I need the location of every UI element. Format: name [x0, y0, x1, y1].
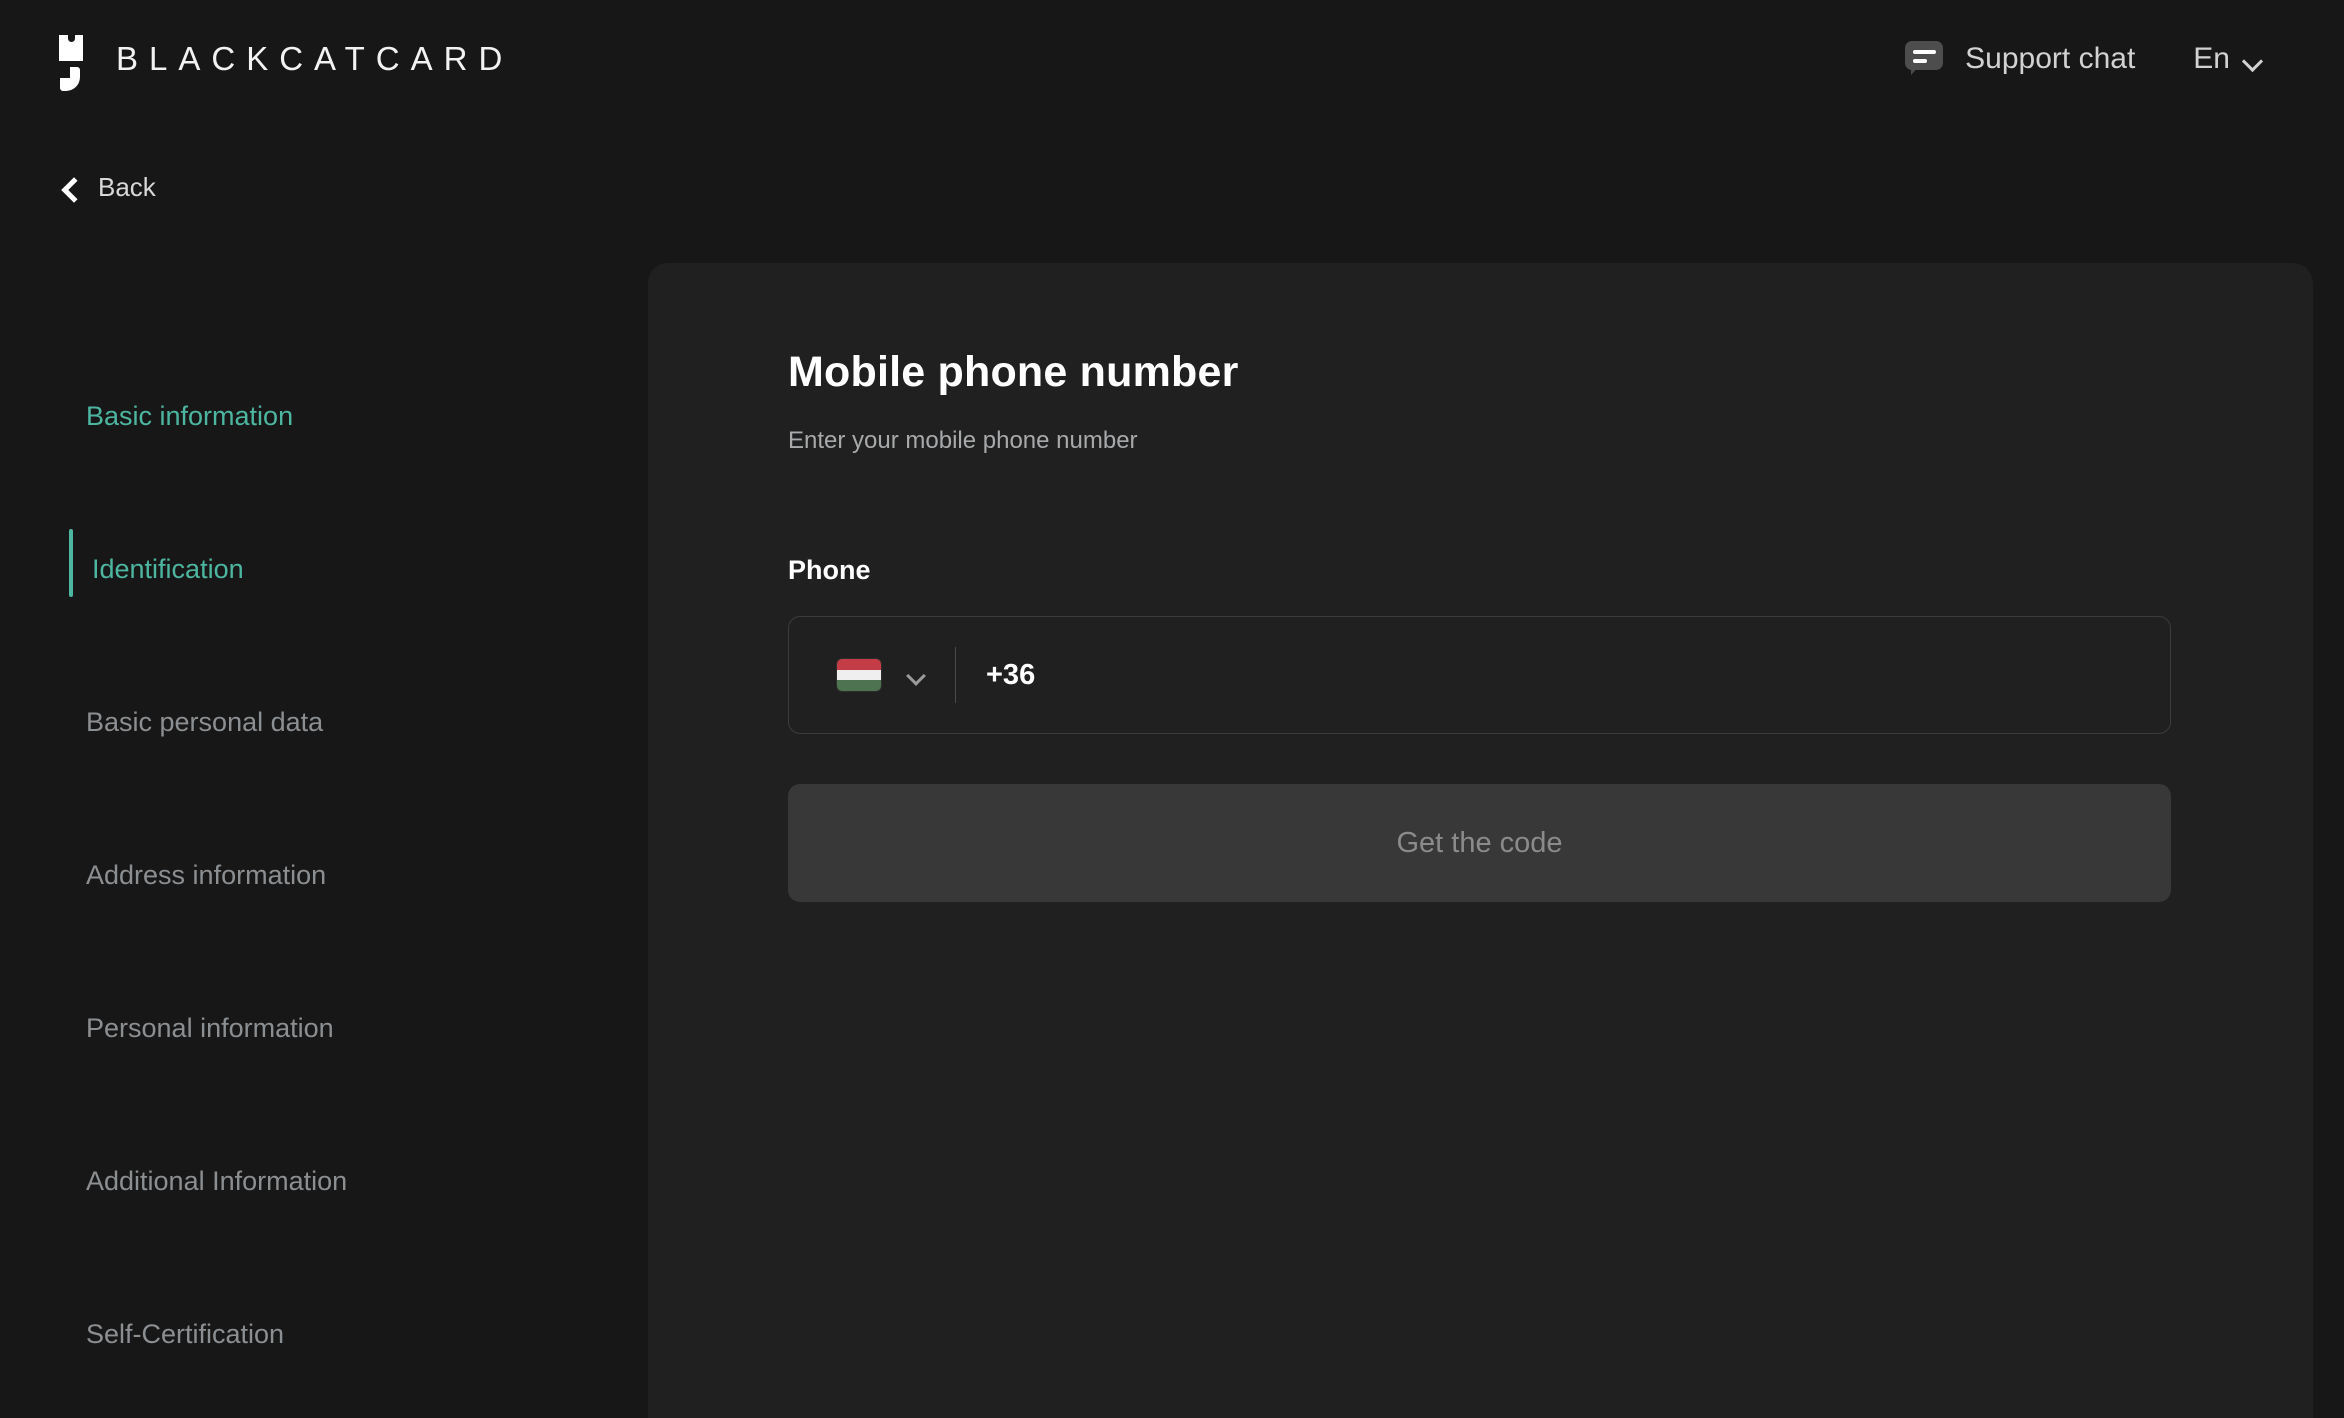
sidebar-item-label: Identification	[92, 554, 244, 584]
chat-bubble-icon	[1905, 41, 1944, 77]
sidebar-item-basic-information[interactable]: Basic information	[0, 340, 648, 493]
sidebar-item-label: Self-Certification	[86, 1319, 285, 1349]
phone-field-label: Phone	[788, 555, 871, 585]
chevron-down-icon	[2244, 54, 2262, 64]
sidebar-item-label: Basic personal data	[86, 707, 324, 737]
chevron-down-icon	[907, 669, 927, 681]
sidebar-item-additional-information[interactable]: Additional Information	[0, 1105, 648, 1258]
onboarding-page: BLACKCATCARD Support chat En Back Basic …	[0, 0, 2344, 1418]
country-code-selector[interactable]	[789, 659, 955, 691]
sidebar-item-self-certification[interactable]: Self-Certification	[0, 1258, 648, 1411]
sidebar-item-label: Personal information	[86, 1013, 334, 1043]
active-step-indicator	[69, 529, 73, 597]
header-actions: Support chat En	[1905, 41, 2288, 77]
blackcat-logo-icon	[58, 27, 86, 91]
language-selector[interactable]: En	[2193, 42, 2262, 76]
support-chat-button[interactable]: Support chat	[1905, 41, 2135, 77]
page-subtitle: Enter your mobile phone number	[788, 427, 1138, 454]
sidebar-item-basic-personal-data[interactable]: Basic personal data	[0, 646, 648, 799]
support-chat-label: Support chat	[1965, 42, 2136, 75]
phone-input-group[interactable]: +36	[788, 616, 2171, 734]
sidebar-item-address-information[interactable]: Address information	[0, 799, 648, 952]
back-button[interactable]: Back	[62, 172, 156, 203]
content-card-inner: Mobile phone number Enter your mobile ph…	[648, 263, 2313, 902]
get-the-code-button[interactable]: Get the code	[788, 784, 2171, 902]
dial-code-label: +36	[986, 658, 1036, 691]
brand-logo[interactable]: BLACKCATCARD	[58, 27, 513, 91]
content-card: Mobile phone number Enter your mobile ph…	[648, 263, 2313, 1418]
back-label: Back	[98, 172, 156, 202]
sidebar-item-label: Basic information	[86, 401, 294, 431]
chevron-left-icon	[62, 176, 80, 200]
phone-number-input[interactable]	[1035, 617, 2170, 733]
sidebar-item-identification[interactable]: Identification	[0, 493, 648, 646]
sidebar-item-personal-information[interactable]: Personal information	[0, 952, 648, 1105]
language-label: En	[2193, 42, 2230, 75]
sidebar-item-label: Additional Information	[86, 1166, 348, 1196]
onboarding-steps-nav: Basic information Identification Basic p…	[0, 340, 648, 1411]
hungary-flag-icon	[837, 659, 881, 691]
sidebar-item-label: Address information	[86, 860, 327, 890]
page-title: Mobile phone number	[788, 348, 1239, 396]
app-header: BLACKCATCARD Support chat En	[0, 0, 2344, 118]
brand-name: BLACKCATCARD	[116, 40, 514, 77]
